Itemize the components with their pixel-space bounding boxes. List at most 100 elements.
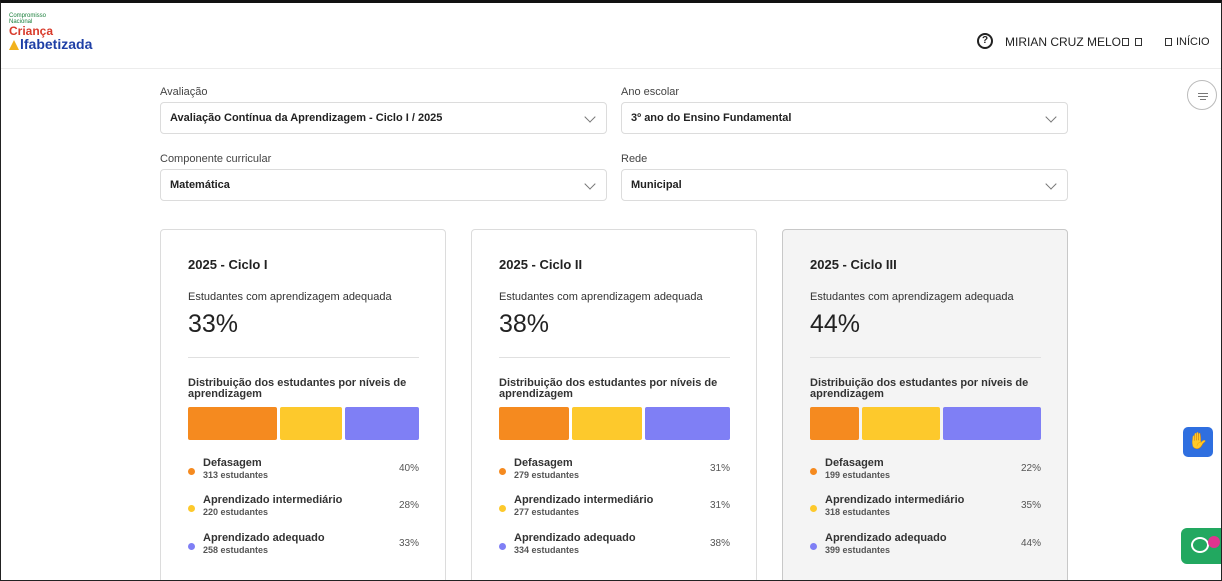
bar-segment-intermediario [862, 407, 940, 440]
rede-select[interactable]: Municipal [621, 169, 1068, 201]
legend-dot [188, 543, 195, 550]
bar-segment-adequado [644, 407, 730, 440]
divider [499, 357, 730, 358]
card-title: 2025 - Ciclo III [810, 257, 897, 272]
chevron-down-icon [584, 178, 596, 190]
level-row-adequado: Aprendizado adequado 334 estudantes 38% [499, 532, 730, 560]
user-name[interactable]: MIRIAN CRUZ MELO [1005, 35, 1121, 49]
legend-dot [499, 543, 506, 550]
level-row-intermediario: Aprendizado intermediário 277 estudantes… [499, 494, 730, 522]
level-row-defasagem: Defasagem 199 estudantes 22% [810, 457, 1041, 485]
level-percent: 35% [1020, 500, 1041, 511]
componente-select[interactable]: Matemática [160, 169, 607, 201]
legend-dot [810, 543, 817, 550]
bar-segment-adequado [942, 407, 1041, 440]
bar-segment-defasagem [188, 407, 278, 440]
level-count: 277 estudantes [514, 507, 580, 517]
user-menu-icon-2[interactable] [1135, 38, 1142, 46]
logo-line-4-text: lfabetizada [20, 36, 93, 52]
card-percent: 38% [499, 310, 550, 338]
rede-value: Municipal [631, 179, 682, 191]
distribution-title: Distribuição dos estudantes por níveis d… [499, 377, 718, 400]
componente-value: Matemática [170, 179, 230, 191]
level-row-intermediario: Aprendizado intermediário 220 estudantes… [188, 494, 419, 522]
bar-segment-intermediario [571, 407, 642, 440]
level-row-adequado: Aprendizado adequado 399 estudantes 44% [810, 532, 1041, 560]
level-percent: 44% [1020, 538, 1041, 549]
level-row-intermediario: Aprendizado intermediário 318 estudantes… [810, 494, 1041, 522]
legend-dot [810, 468, 817, 475]
avaliacao-select[interactable]: Avaliação Contínua da Aprendizagem - Cic… [160, 102, 607, 134]
rede-label: Rede [621, 153, 648, 165]
level-row-defasagem: Defasagem 313 estudantes 40% [188, 457, 419, 485]
level-name: Aprendizado adequado [825, 532, 947, 544]
logo-line-4: lfabetizada [9, 37, 119, 51]
level-name: Defasagem [825, 457, 884, 469]
distribution-bar [499, 407, 730, 440]
sign-language-icon[interactable]: ✋ [1183, 427, 1213, 457]
app-frame: Compromisso Nacional Criança lfabetizada… [0, 0, 1222, 581]
avaliacao-label: Avaliação [160, 86, 208, 98]
legend-dot [188, 468, 195, 475]
chevron-down-icon [1045, 111, 1057, 123]
level-percent: 22% [1020, 463, 1041, 474]
level-percent: 31% [709, 500, 730, 511]
level-count: 220 estudantes [203, 507, 269, 517]
distribution-bar [810, 407, 1041, 440]
legend-dot [810, 505, 817, 512]
help-icon[interactable]: ? [977, 33, 993, 49]
user-menu-icon[interactable] [1122, 38, 1129, 46]
home-icon[interactable] [1165, 38, 1172, 46]
card-title: 2025 - Ciclo I [188, 257, 268, 272]
level-percent: 40% [398, 463, 419, 474]
componente-label: Componente curricular [160, 153, 272, 165]
distribution-title: Distribuição dos estudantes por níveis d… [810, 377, 1029, 400]
ano-escolar-select[interactable]: 3º ano do Ensino Fundamental [621, 102, 1068, 134]
avaliacao-value: Avaliação Contínua da Aprendizagem - Cic… [170, 112, 443, 124]
ano-escolar-label: Ano escolar [621, 86, 680, 98]
card-subtitle: Estudantes com aprendizagem adequada [810, 291, 1014, 303]
level-percent: 31% [709, 463, 730, 474]
distribution-title: Distribuição dos estudantes por níveis d… [188, 377, 407, 400]
level-row-adequado: Aprendizado adequado 258 estudantes 33% [188, 532, 419, 560]
card-percent: 33% [188, 310, 239, 338]
card-title: 2025 - Ciclo II [499, 257, 583, 272]
legend-dot [499, 505, 506, 512]
level-count: 399 estudantes [825, 545, 891, 555]
card-subtitle: Estudantes com aprendizagem adequada [499, 291, 703, 303]
distribution-bar [188, 407, 419, 440]
level-count: 313 estudantes [203, 470, 269, 480]
level-name: Defasagem [514, 457, 573, 469]
bar-segment-adequado [345, 407, 419, 440]
logo[interactable]: Compromisso Nacional Criança lfabetizada [9, 13, 119, 61]
level-name: Aprendizado intermediário [825, 494, 965, 506]
level-count: 318 estudantes [825, 507, 891, 517]
cycle-card[interactable]: 2025 - Ciclo II Estudantes com aprendiza… [471, 229, 757, 580]
bar-segment-defasagem [810, 407, 860, 440]
bar-segment-defasagem [499, 407, 569, 440]
bar-segment-intermediario [280, 407, 343, 440]
card-percent: 44% [810, 310, 861, 338]
home-link[interactable]: INÍCIO [1176, 36, 1210, 48]
cycle-card-selected[interactable]: 2025 - Ciclo III Estudantes com aprendiz… [782, 229, 1068, 580]
level-percent: 38% [709, 538, 730, 549]
level-percent: 33% [398, 538, 419, 549]
divider [188, 357, 419, 358]
ano-escolar-value: 3º ano do Ensino Fundamental [631, 112, 792, 124]
cycle-card[interactable]: 2025 - Ciclo I Estudantes com aprendizag… [160, 229, 446, 580]
level-row-defasagem: Defasagem 279 estudantes 31% [499, 457, 730, 485]
filter-icon[interactable] [1187, 80, 1217, 110]
chat-bubble-icon[interactable] [1181, 528, 1221, 564]
chevron-down-icon [584, 111, 596, 123]
level-percent: 28% [398, 500, 419, 511]
divider [810, 357, 1041, 358]
level-count: 258 estudantes [203, 545, 269, 555]
level-count: 199 estudantes [825, 470, 891, 480]
level-name: Aprendizado intermediário [203, 494, 343, 506]
level-count: 279 estudantes [514, 470, 580, 480]
card-subtitle: Estudantes com aprendizagem adequada [188, 291, 392, 303]
chevron-down-icon [1045, 178, 1057, 190]
level-name: Aprendizado adequado [514, 532, 636, 544]
legend-dot [499, 468, 506, 475]
top-header: Compromisso Nacional Criança lfabetizada… [1, 3, 1221, 69]
